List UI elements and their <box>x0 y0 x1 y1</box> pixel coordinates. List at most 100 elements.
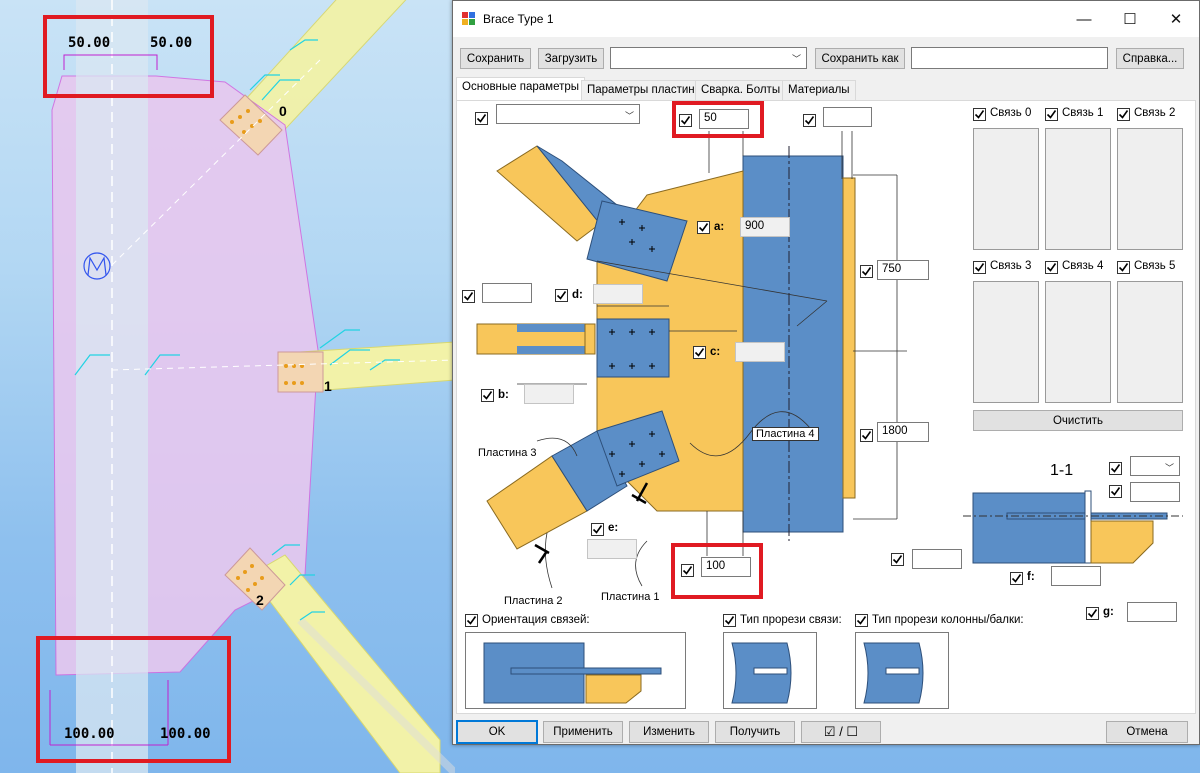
clear-button[interactable]: Очистить <box>973 410 1183 431</box>
conn-0-checkbox[interactable] <box>973 108 986 121</box>
top-dim-right-checkbox[interactable] <box>803 114 816 127</box>
tab-materials[interactable]: Материалы <box>782 80 856 100</box>
modify-button[interactable]: Изменить <box>629 721 709 743</box>
conn-3-panel[interactable] <box>973 281 1039 403</box>
conn-5-checkbox[interactable] <box>1117 261 1130 274</box>
plate-2-label: Пластина 2 <box>504 595 563 607</box>
conn-3-checkbox[interactable] <box>973 261 986 274</box>
node-label-1: 1 <box>324 378 332 394</box>
node-label-0: 0 <box>279 103 287 119</box>
highlight-box-bottom <box>36 636 231 763</box>
ok-button[interactable]: OK <box>456 720 538 744</box>
h1-checkbox[interactable] <box>860 265 873 278</box>
sec-field1[interactable] <box>1130 482 1180 502</box>
g-field[interactable] <box>1127 602 1177 622</box>
model-viewport[interactable]: 50.00 50.00 100.00 100.00 0 1 2 <box>0 0 455 773</box>
orientation-preview <box>483 642 662 704</box>
e-field[interactable] <box>587 539 637 559</box>
title-bar: Brace Type 1 — ☐ ✕ <box>453 1 1199 37</box>
b-checkbox[interactable] <box>481 389 494 402</box>
tab-content: ﹀ 50 a: 900 750 d: c: b: 1800 Пластина 3… <box>456 100 1196 714</box>
left-field-checkbox[interactable] <box>462 290 475 303</box>
b-field[interactable] <box>524 384 574 404</box>
save-button[interactable]: Сохранить <box>460 48 531 69</box>
get-button[interactable]: Получить <box>715 721 795 743</box>
d-checkbox[interactable] <box>555 289 568 302</box>
h2-field[interactable]: 1800 <box>877 422 929 442</box>
g-checkbox[interactable] <box>1086 607 1099 620</box>
c-label: c: <box>710 346 721 358</box>
minimize-button[interactable]: — <box>1061 1 1107 37</box>
f-checkbox[interactable] <box>1010 572 1023 585</box>
plate-4-label: Пластина 4 <box>752 427 819 441</box>
save-as-button[interactable]: Сохранить как <box>815 48 905 69</box>
toggle-checkboxes-button[interactable]: ☑ / ☐ <box>801 721 881 743</box>
brace-slot-preview <box>731 642 792 704</box>
e-label: e: <box>608 522 619 534</box>
node-label-2: 2 <box>256 592 264 608</box>
conn-0-panel[interactable] <box>973 128 1039 250</box>
conn-2-panel[interactable] <box>1117 128 1183 250</box>
preset-combo[interactable]: ﹀ <box>610 47 807 69</box>
chevron-down-icon: ﹀ <box>791 54 801 64</box>
column-slot-checkbox[interactable] <box>855 614 868 627</box>
window-title: Brace Type 1 <box>483 12 554 26</box>
sec-combo[interactable]: ﹀ <box>1130 456 1180 476</box>
b-label: b: <box>498 389 509 401</box>
sec-combo-checkbox[interactable] <box>1109 462 1122 475</box>
brace-slot-combo[interactable]: ﹀ <box>723 632 817 709</box>
connection-diagram <box>476 131 907 589</box>
d-label: d: <box>572 289 583 301</box>
highlight-box-bottom-dim <box>671 543 763 599</box>
tab-main-params[interactable]: Основные параметры <box>456 77 586 101</box>
sec-field1-checkbox[interactable] <box>1109 485 1122 498</box>
conn-1-checkbox[interactable] <box>1045 108 1058 121</box>
section-label: 1-1 <box>1050 462 1074 479</box>
tab-plate-params[interactable]: Параметры пластин <box>581 80 701 100</box>
a-label: a: <box>714 221 725 233</box>
conn-4-checkbox[interactable] <box>1045 261 1058 274</box>
f-field[interactable] <box>1051 566 1101 586</box>
top-dim-right-field[interactable] <box>823 107 872 127</box>
left-field[interactable] <box>482 283 532 303</box>
brace-slot-checkbox[interactable] <box>723 614 736 627</box>
help-button[interactable]: Справка... <box>1116 48 1184 69</box>
top-combo[interactable]: ﹀ <box>496 104 640 124</box>
conn-4-panel[interactable] <box>1045 281 1111 403</box>
conn-1-panel[interactable] <box>1045 128 1111 250</box>
brace-slot-label: Тип прорези связи: <box>740 614 842 626</box>
load-button[interactable]: Загрузить <box>538 48 604 69</box>
sec-field2[interactable] <box>912 549 962 569</box>
tab-welds-bolts[interactable]: Сварка. Болты <box>695 80 787 100</box>
column-slot-combo[interactable]: ﹀ <box>855 632 949 709</box>
h1-field[interactable]: 750 <box>877 260 929 280</box>
orientation-combo[interactable]: ﹀ <box>465 632 686 709</box>
conn-4-label: Связь 4 <box>1062 260 1104 272</box>
save-as-name-field[interactable] <box>911 47 1108 69</box>
e-checkbox[interactable] <box>591 523 604 536</box>
orientation-label: Ориентация связей: <box>482 614 590 626</box>
conn-2-checkbox[interactable] <box>1117 108 1130 121</box>
conn-1-label: Связь 1 <box>1062 107 1104 119</box>
plate-3-label: Пластина 3 <box>478 447 537 459</box>
highlight-box-top-dim <box>672 101 764 138</box>
conn-2-label: Связь 2 <box>1134 107 1176 119</box>
close-button[interactable]: ✕ <box>1153 1 1199 37</box>
d-field[interactable] <box>593 284 643 304</box>
column-slot-label: Тип прорези колонны/балки: <box>872 614 1024 626</box>
c-field[interactable] <box>735 342 785 362</box>
a-checkbox[interactable] <box>697 221 710 234</box>
app-icon <box>462 12 476 26</box>
c-checkbox[interactable] <box>693 346 706 359</box>
a-field[interactable]: 900 <box>740 217 790 237</box>
orientation-checkbox[interactable] <box>465 614 478 627</box>
maximize-button[interactable]: ☐ <box>1107 1 1153 37</box>
top-combo-checkbox[interactable] <box>475 112 488 125</box>
conn-5-panel[interactable] <box>1117 281 1183 403</box>
conn-0-label: Связь 0 <box>990 107 1032 119</box>
chevron-down-icon: ﹀ <box>1164 463 1174 473</box>
sec-field2-checkbox[interactable] <box>891 553 904 566</box>
h2-checkbox[interactable] <box>860 429 873 442</box>
cancel-button[interactable]: Отмена <box>1106 721 1188 743</box>
apply-button[interactable]: Применить <box>543 721 623 743</box>
